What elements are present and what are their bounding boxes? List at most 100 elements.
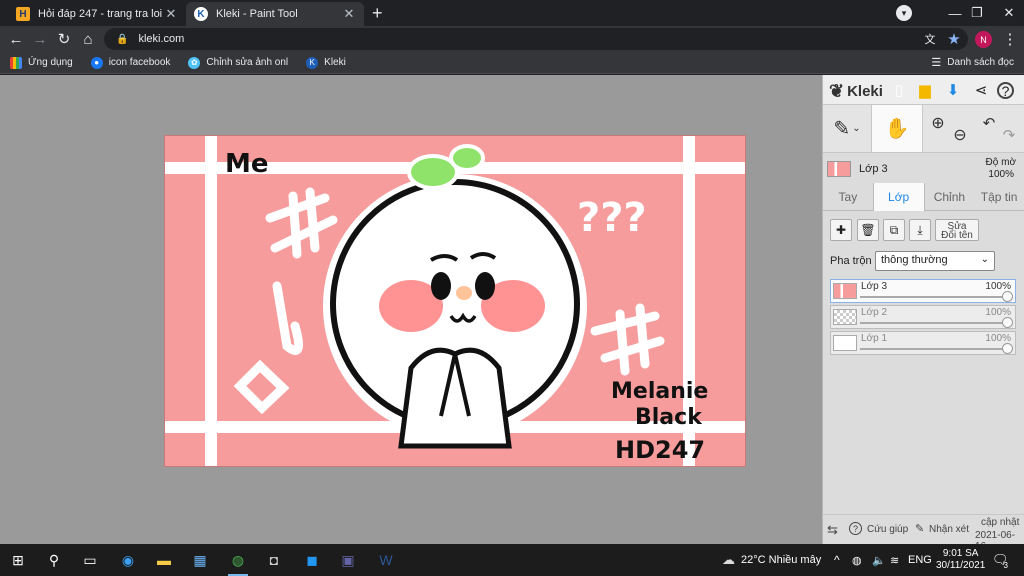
signature-line-3: HD247 [615,436,705,464]
chrome-icon[interactable]: ◍ [226,548,250,576]
camera-icon[interactable]: ◘ [262,548,286,572]
zoom-out-icon[interactable]: ⊖ [949,111,971,158]
merge-layer-button[interactable]: ⤓ [909,219,931,241]
layer-opacity-track [860,322,1009,324]
profile-avatar[interactable]: N [975,31,992,48]
bookmark-label: Ứng dụng [28,57,73,68]
hand-tool-icon[interactable]: ✋ [871,105,923,152]
feedback-link[interactable]: Nhận xét [929,524,969,535]
store-icon[interactable]: ▦ [188,548,212,572]
menu-dots-icon[interactable]: ⋮ [1000,29,1020,49]
help-icon[interactable]: ? [997,82,1014,99]
wifi-icon[interactable]: ≋ [890,544,899,576]
download-icon[interactable]: ⬇ [943,80,963,100]
bookmark-apps[interactable]: Ứng dụng [10,56,73,69]
weather-widget[interactable]: ☁ 22°C Nhiều mây [722,544,821,576]
rename-layer-button[interactable]: Sửa Đổi tên [935,219,979,241]
edge-icon[interactable]: ◉ [116,548,140,572]
tab-title: Kleki - Paint Tool [216,8,298,20]
language-indicator[interactable]: ENG [908,544,932,576]
layer-item-3[interactable]: Lớp 3 100% [830,279,1016,303]
tab-search-icon[interactable]: ▾ [896,5,912,21]
layer-thumbnail [833,335,857,351]
home-icon[interactable]: ⌂ [78,29,98,49]
help-link[interactable]: Cứu giúp [867,524,908,535]
duplicate-layer-button[interactable]: ⧉ [883,219,905,241]
bookmark-label: Chỉnh sửa ảnh onl [206,57,289,68]
bookmark-label: icon facebook [108,57,171,68]
tray-apps-icon[interactable]: ◍ [852,544,862,576]
bookmark-kleki[interactable]: K Kleki [306,56,346,69]
tool-row: ✎ ⌄ ✋ ⊕ ⊖ ↶ ↷ [823,105,1024,153]
translate-icon[interactable]: 文 [920,29,940,49]
tab-hoidap247[interactable]: H Hỏi đáp 247 - trang tra loi ✕ [8,2,186,26]
layer-item-2[interactable]: Lớp 2 100% [830,305,1016,329]
layer-list: Lớp 3 100% Lớp 2 100% Lớp 1 100% [823,275,1024,365]
redo-icon[interactable]: ↷ [999,111,1019,158]
layer-opacity-slider[interactable] [1002,317,1013,328]
globe-icon: ● [90,56,103,69]
kleki-icon: K [306,56,319,69]
layer-opacity-track [860,348,1009,350]
sprout-leaf-right [449,144,485,172]
reading-list-label: Danh sách đọc [947,57,1014,68]
layer-opacity-slider[interactable] [1002,343,1013,354]
file-explorer-icon[interactable]: ▬ [152,548,176,572]
artwork-drawing: Me ??? Melanie Black HD247 [165,136,745,466]
kleki-logo-icon: ❦ [829,81,845,101]
tab-kleki[interactable]: K Kleki - Paint Tool ✕ [186,2,364,26]
add-layer-button[interactable]: ✚ [830,219,852,241]
kleki-tabs: Tay Lớp Chỉnh Tập tin [823,183,1024,211]
new-image-icon[interactable]: ▯ [889,80,909,100]
layer-item-1[interactable]: Lớp 1 100% [830,331,1016,355]
back-arrow-icon[interactable]: ← [6,29,26,49]
reading-list[interactable]: ☰ Danh sách đọc [931,56,1014,69]
close-window-button[interactable]: ✕ [986,0,1024,26]
blend-mode-select[interactable]: thông thường ⌄ [875,251,995,271]
new-tab-button[interactable]: + [372,3,383,23]
tab-file[interactable]: Tập tin [974,183,1024,210]
layer-name: Lớp 3 [861,281,888,292]
bookmark-photo-editor[interactable]: ✿ Chỉnh sửa ảnh onl [188,56,289,69]
tab-hand[interactable]: Tay [823,183,873,210]
task-view-icon[interactable]: ▭ [78,548,102,572]
bookmark-icon-facebook[interactable]: ● icon facebook [90,56,171,69]
close-tab-icon[interactable]: ✕ [164,6,178,22]
open-folder-icon[interactable]: ▆ [915,80,935,100]
kleki-footer: ⇆ ? Cứu giúp ✎ Nhận xét cập nhật 2021-06… [823,514,1024,552]
forward-arrow-icon[interactable]: → [30,29,50,49]
address-bar[interactable]: 🔒 kleki.com [104,28,968,50]
delete-layer-button[interactable]: 🗑 [857,219,879,241]
reading-list-icon: ☰ [931,57,942,69]
undo-icon[interactable]: ↶ [979,99,999,146]
help-circle-icon: ? [849,522,862,535]
drawing-canvas[interactable]: Me ??? Melanie Black HD247 [164,135,746,467]
layer-actions: ✚ 🗑 ⧉ ⤓ Sửa Đổi tên [823,211,1024,249]
tray-chevron-icon[interactable]: ^ [834,544,840,576]
bookmark-star-icon[interactable]: ★ [944,29,964,49]
layer-opacity-slider[interactable] [1002,291,1013,302]
clock-time: 9:01 SA [942,548,979,559]
share-icon[interactable]: ⋖ [971,80,991,100]
canvas-workspace[interactable]: Me ??? Melanie Black HD247 [0,75,822,544]
swap-side-icon[interactable]: ⇆ [827,522,838,538]
word-icon[interactable]: W [374,548,398,572]
lock-icon: 🔒 [116,33,129,45]
tab-layers[interactable]: Lớp [872,183,925,211]
close-tab-icon[interactable]: ✕ [342,6,356,22]
notification-icon[interactable]: 🗨 3 [992,544,1009,576]
speaker-icon[interactable]: 🔈 [872,544,886,576]
windows-start-icon[interactable]: ⊞ [6,548,30,572]
me-text: Me [225,149,269,179]
teams-icon[interactable]: ▣ [336,548,360,572]
cloud-icon: ☁ [722,552,735,567]
zalo-icon[interactable]: ◼ [300,548,324,572]
tab-adjust[interactable]: Chỉnh [925,183,975,210]
kleki-logo[interactable]: ❦ Kleki [829,81,883,102]
clock[interactable]: 9:01 SA 30/11/2021 [936,544,985,576]
reload-icon[interactable]: ↻ [54,29,74,49]
zoom-in-icon[interactable]: ⊕ [927,99,949,146]
current-layer-thumbnail [827,161,851,177]
search-icon[interactable]: ⚲ [42,548,66,572]
brush-tool-icon[interactable]: ✎ ⌄ [823,105,871,152]
